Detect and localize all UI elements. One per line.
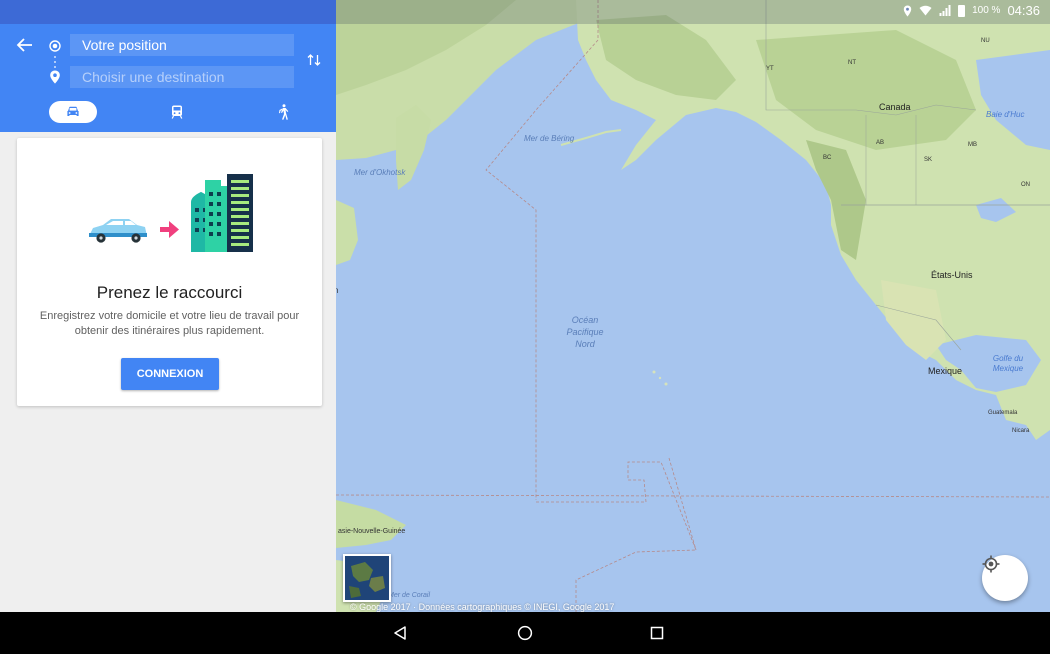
- map-label-guatemala: Guatemala: [988, 410, 1018, 416]
- map-label-canada: Canada: [879, 102, 911, 112]
- battery-percent: 100 %: [972, 5, 1001, 16]
- map-label-nu: NU: [981, 38, 990, 44]
- map-label-bc: BC: [823, 155, 832, 161]
- clock: 04:36: [1007, 3, 1040, 18]
- signal-icon: [939, 5, 951, 16]
- map-label-coral: Mer de Corail: [388, 592, 431, 599]
- map-label-n: n: [336, 286, 339, 295]
- buildings-icon: [191, 174, 253, 252]
- directions-panel: Prenez le raccourci Enregistrez votre do…: [0, 0, 336, 612]
- nav-home-button[interactable]: [513, 621, 537, 645]
- map-label-on: ON: [1021, 182, 1030, 188]
- map-copyright: © Google 2017 · Données cartographiques …: [350, 602, 615, 612]
- shortcut-card: Prenez le raccourci Enregistrez votre do…: [17, 138, 322, 406]
- mode-car-tab[interactable]: [49, 101, 97, 123]
- back-arrow-icon[interactable]: [14, 34, 36, 56]
- card-title: Prenez le raccourci: [96, 283, 243, 302]
- map-canvas[interactable]: [336, 0, 1050, 612]
- map-label-nicaragua: Nicara: [1012, 428, 1030, 434]
- connect-button[interactable]: CONNEXION: [121, 358, 219, 390]
- car-illustration-icon: [89, 219, 147, 243]
- map-label-okhotsk: Mer d'Okhotsk: [354, 168, 406, 177]
- nav-back-button[interactable]: [388, 621, 412, 645]
- status-bar: 100 % 04:36: [0, 0, 1050, 24]
- route-dots-icon: [54, 56, 56, 68]
- screen: Mer de Béring Mer d'Okhotsk Océan Pacifi…: [0, 0, 1050, 654]
- map-label-pacific-line2: Pacifique: [566, 327, 604, 337]
- map-label-gulf-line2: Mexique: [992, 364, 1024, 373]
- wifi-icon: [919, 5, 932, 16]
- mode-walk-tab[interactable]: [274, 103, 292, 121]
- map-label-bering: Mer de Béring: [524, 134, 575, 143]
- origin-dot-icon: [49, 40, 61, 52]
- location-status-icon: [903, 5, 912, 16]
- map-label-pacific-line1: Océan: [571, 315, 599, 325]
- nav-back-icon: [394, 626, 406, 640]
- walk-icon: [279, 104, 289, 120]
- map-label-sk: SK: [924, 157, 933, 163]
- destination-pin-icon: [50, 70, 60, 84]
- navigation-bar: [0, 612, 1050, 654]
- map-label-pacific-line3: Nord: [575, 339, 595, 349]
- battery-icon: [958, 4, 966, 17]
- map-label-pacific: Océan Pacifique Nord: [560, 314, 610, 350]
- my-location-button[interactable]: [982, 555, 1028, 601]
- map-label-mb: MB: [968, 142, 977, 148]
- my-location-icon: [982, 555, 1000, 573]
- nav-recents-icon: [650, 626, 664, 640]
- card-description: Enregistrez votre domicile et votre lieu…: [39, 310, 300, 337]
- directions-header: [0, 24, 336, 132]
- car-to-building-illustration: [89, 174, 253, 252]
- map-label-yt: YT: [766, 66, 774, 72]
- satellite-layer-button[interactable]: [343, 554, 391, 602]
- swap-icon[interactable]: [306, 52, 322, 68]
- map-label-hudson: Baie d'Huc: [986, 110, 1025, 119]
- globe-icon: [345, 556, 389, 600]
- map-label-gulf: Golfe du Mexique: [988, 354, 1028, 374]
- nav-home-icon: [517, 625, 533, 641]
- map-view[interactable]: Mer de Béring Mer d'Okhotsk Océan Pacifi…: [336, 0, 1050, 612]
- mode-transit-tab[interactable]: [168, 103, 186, 121]
- car-icon: [67, 106, 79, 116]
- status-icons: 100 % 04:36: [903, 3, 1040, 18]
- arrow-right-icon: [160, 221, 179, 238]
- map-label-nt: NT: [848, 60, 856, 66]
- map-label-ab: AB: [876, 140, 885, 146]
- map-label-mexico: Mexique: [928, 366, 963, 376]
- origin-input[interactable]: [70, 34, 294, 56]
- train-icon: [171, 105, 183, 119]
- map-label-usa: États-Unis: [931, 270, 973, 280]
- map-label-gulf-line1: Golfe du: [992, 354, 1024, 363]
- nav-recents-button[interactable]: [645, 621, 669, 645]
- map-label-png: asie-Nouvelle-Guinée: [338, 528, 406, 535]
- status-bar-left: [0, 0, 336, 24]
- destination-input[interactable]: [70, 66, 294, 88]
